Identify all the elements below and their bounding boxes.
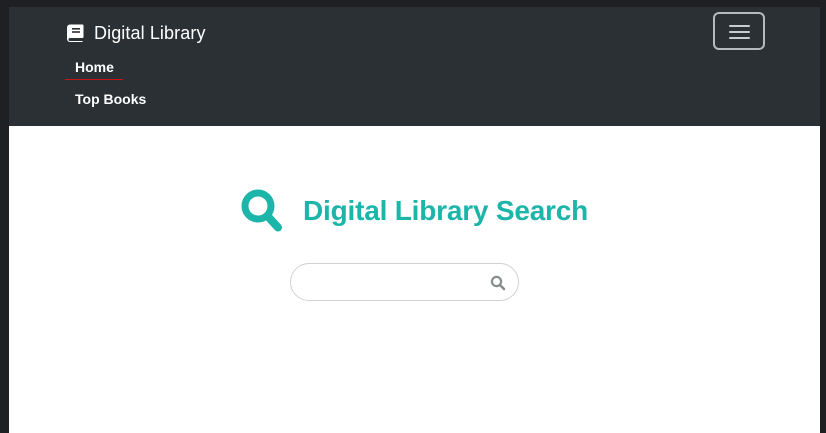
nav-menu: Home Top Books xyxy=(65,57,156,111)
search-icon xyxy=(240,188,284,234)
book-icon xyxy=(67,24,84,42)
search-bar xyxy=(290,263,519,301)
brand-title: Digital Library xyxy=(94,22,206,43)
search-icon xyxy=(490,275,506,291)
browser-viewport: Digital Library Home Top Books Digital L… xyxy=(9,7,820,433)
search-input[interactable] xyxy=(303,271,487,295)
nav-item-top-books: Top Books xyxy=(65,89,156,111)
page-title: Digital Library Search xyxy=(303,195,589,226)
nav-item-home: Home xyxy=(65,57,156,80)
search-hero: Digital Library Search xyxy=(240,188,588,234)
search-submit-button[interactable] xyxy=(490,275,506,291)
navbar: Digital Library Home Top Books xyxy=(9,7,820,126)
navbar-toggler-button[interactable] xyxy=(713,12,765,50)
nav-link-home[interactable]: Home xyxy=(65,57,123,80)
nav-link-top-books[interactable]: Top Books xyxy=(65,89,156,111)
brand-link[interactable]: Digital Library xyxy=(67,21,206,45)
